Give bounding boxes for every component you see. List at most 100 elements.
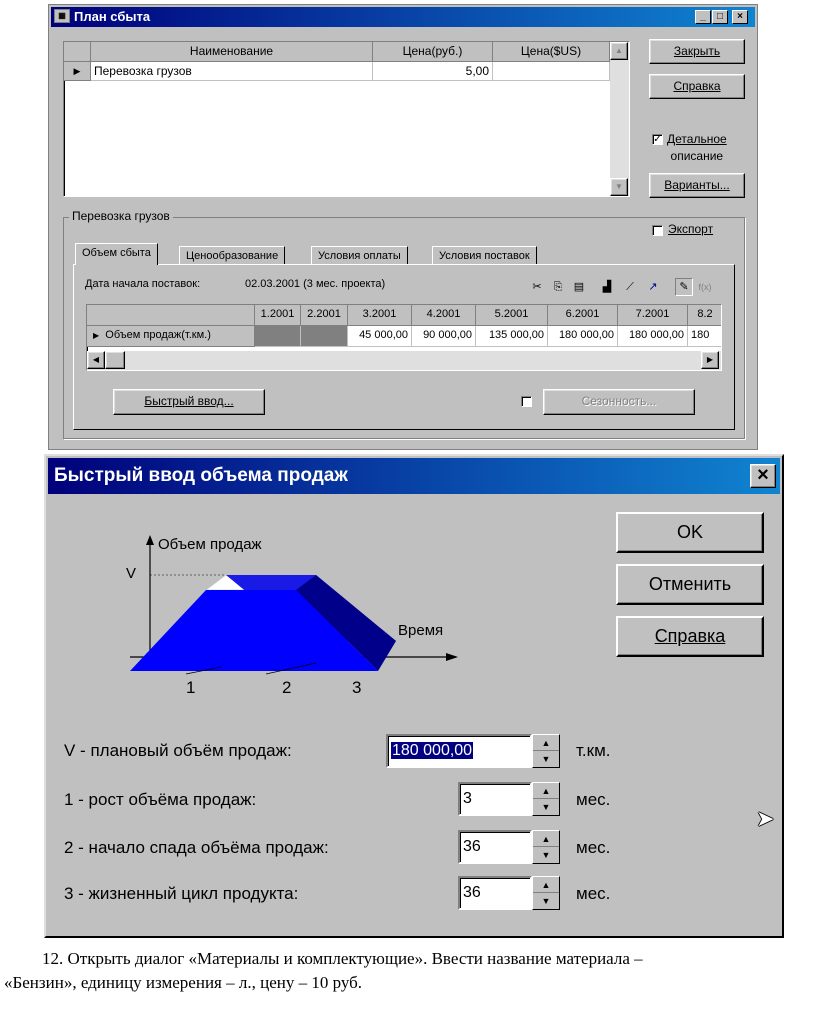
grid-cell-2[interactable] <box>301 326 348 347</box>
y-axis-arrow <box>146 535 154 545</box>
help-button[interactable]: Справка <box>649 74 745 99</box>
lifecycle-spinner[interactable]: ▲ ▼ <box>532 876 560 910</box>
close-icon[interactable]: × <box>732 10 748 24</box>
products-table: Наименование Цена(руб.) Цена($US) ▶ Пере… <box>63 41 630 197</box>
spin-up-icon[interactable]: ▲ <box>533 783 559 799</box>
dialog-close-icon[interactable]: × <box>750 464 776 488</box>
spin-down-icon[interactable]: ▼ <box>533 893 559 909</box>
field-label-volume: V - плановый объём продаж: <box>64 741 292 760</box>
grid-cell-7[interactable]: 180 000,00 <box>618 326 688 347</box>
tab-payment-terms[interactable]: Условия оплаты <box>311 246 408 265</box>
diagram-tick-1: 1 <box>186 678 196 697</box>
table-cell-name[interactable]: Перевозка грузов <box>91 62 373 81</box>
scroll-left-icon[interactable]: ◀ <box>87 351 105 369</box>
quick-input-dialog: Быстрый ввод объема продаж × OK Отменить… <box>44 454 784 938</box>
field-label-growth: 1 - рост объёма продаж: <box>64 790 257 809</box>
spin-down-icon[interactable]: ▼ <box>533 751 559 767</box>
table-cell-price-rub[interactable]: 5,00 <box>373 62 493 81</box>
grid-corner <box>87 305 255 326</box>
grid-row-header[interactable]: ▶ Объем продаж(т.км.) <box>87 326 255 347</box>
vertical-scrollbar[interactable]: ▲ ▼ <box>610 42 629 196</box>
diagram-v-label: V <box>126 565 137 582</box>
detail-checkbox-label: Детальное описание <box>667 131 727 165</box>
detail-checkbox[interactable]: ✓ <box>652 134 663 145</box>
grid-cell-4[interactable]: 90 000,00 <box>412 326 476 347</box>
variants-button[interactable]: Варианты... <box>649 173 745 198</box>
trend-icon[interactable]: ↗ <box>645 279 661 295</box>
formula-icon[interactable]: f(x) <box>697 279 713 295</box>
start-date-value: 02.03.2001 (3 мес. проекта) <box>245 278 386 290</box>
line-chart-icon[interactable]: ⟋ <box>622 279 638 295</box>
cut-icon[interactable]: ✂ <box>529 279 545 295</box>
growth-input[interactable]: 3 <box>458 782 532 816</box>
volume-spinner[interactable]: ▲ ▼ <box>532 734 560 768</box>
plan-window-title: План сбыта <box>74 9 151 24</box>
spin-up-icon[interactable]: ▲ <box>533 735 559 751</box>
variants-button-label: Варианты... <box>664 178 730 192</box>
diagram-x-label: Время <box>398 622 444 639</box>
pencil-icon[interactable]: ✎ <box>675 278 693 296</box>
field-unit-decline: мес. <box>576 838 611 857</box>
diagram-tick-2: 2 <box>282 678 292 697</box>
groupbox-title: Перевозка грузов <box>69 209 173 223</box>
grid-cell-8[interactable]: 180 <box>688 326 721 347</box>
export-checkbox[interactable] <box>652 225 663 236</box>
row-selector[interactable]: ▶ <box>64 62 91 81</box>
grid-cell-1[interactable] <box>255 326 301 347</box>
volume-input[interactable]: 180 000,00 <box>386 734 532 768</box>
spin-down-icon[interactable]: ▼ <box>533 799 559 815</box>
minimize-icon[interactable]: _ <box>695 10 711 24</box>
grid-row-arrow-icon: ▶ <box>93 331 100 340</box>
scroll-up-icon[interactable]: ▲ <box>610 42 628 60</box>
col-header-price-usd[interactable]: Цена($US) <box>493 42 610 62</box>
close-button[interactable]: Закрыть <box>649 39 745 64</box>
volume-input-value: 180 000,00 <box>391 742 474 759</box>
tab-pricing[interactable]: Ценообразование <box>179 246 286 265</box>
caption-line-2: «Бензин», единицу измерения – л., цену –… <box>4 973 363 992</box>
col-header-price-rub[interactable]: Цена(руб.) <box>373 42 493 62</box>
maximize-icon[interactable]: □ <box>712 10 728 24</box>
scroll-thumb[interactable] <box>105 351 125 369</box>
grid-cell-5[interactable]: 135 000,00 <box>476 326 548 347</box>
spin-up-icon[interactable]: ▲ <box>533 877 559 893</box>
scroll-right-icon[interactable]: ▶ <box>701 351 719 369</box>
quick-input-button[interactable]: Быстрый ввод... <box>113 389 265 415</box>
cancel-button[interactable]: Отменить <box>616 564 764 605</box>
growth-spinner[interactable]: ▲ ▼ <box>532 782 560 816</box>
app-icon: ▦ <box>54 9 70 23</box>
spin-up-icon[interactable]: ▲ <box>533 831 559 847</box>
scroll-down-icon[interactable]: ▼ <box>610 178 628 196</box>
grid-cell-3[interactable]: 45 000,00 <box>348 326 412 347</box>
x-axis-arrow <box>446 653 458 661</box>
start-date-label: Дата начала поставок: <box>85 278 201 290</box>
field-unit-volume: т.км. <box>576 741 611 760</box>
caption-line-1: 12. Открыть диалог «Материалы и комплект… <box>42 949 643 968</box>
diagram-tick-3: 3 <box>352 678 362 697</box>
decline-spinner[interactable]: ▲ ▼ <box>532 830 560 864</box>
table-cell-price-usd[interactable] <box>493 62 610 81</box>
dialog-help-button[interactable]: Справка <box>616 616 764 657</box>
close-button-label: Закрыть <box>673 44 721 58</box>
plan-window-titlebar[interactable]: ▦ План сбыта _ □ × <box>51 7 755 27</box>
chart-data-icon[interactable]: ▟ <box>599 279 615 295</box>
lifecycle-input[interactable]: 36 <box>458 876 532 910</box>
tab-delivery-terms[interactable]: Условия поставок <box>432 246 537 265</box>
seasonality-button: Сезонность... <box>543 389 695 415</box>
quick-input-button-label: Быстрый ввод... <box>144 394 234 408</box>
horizontal-scrollbar[interactable]: ◀ ▶ <box>87 351 721 370</box>
seasonality-checkbox[interactable] <box>521 396 532 407</box>
col-header-name[interactable]: Наименование <box>91 42 373 62</box>
dialog-titlebar[interactable]: Быстрый ввод объема продаж × <box>48 458 780 494</box>
spin-down-icon[interactable]: ▼ <box>533 847 559 863</box>
dialog-help-label: Справка <box>654 626 726 646</box>
paste-icon[interactable]: ▤ <box>571 279 587 295</box>
grid-cell-6[interactable]: 180 000,00 <box>548 326 618 347</box>
grid-month-5: 5.2001 <box>476 305 548 326</box>
decline-input[interactable]: 36 <box>458 830 532 864</box>
grid-month-7: 7.2001 <box>618 305 688 326</box>
field-unit-growth: мес. <box>576 790 611 809</box>
copy-icon[interactable]: ⎘ <box>550 279 566 295</box>
ok-button[interactable]: OK <box>616 512 764 553</box>
grid-month-4: 4.2001 <box>412 305 476 326</box>
tab-sales-volume[interactable]: Объем сбыта <box>75 243 158 265</box>
